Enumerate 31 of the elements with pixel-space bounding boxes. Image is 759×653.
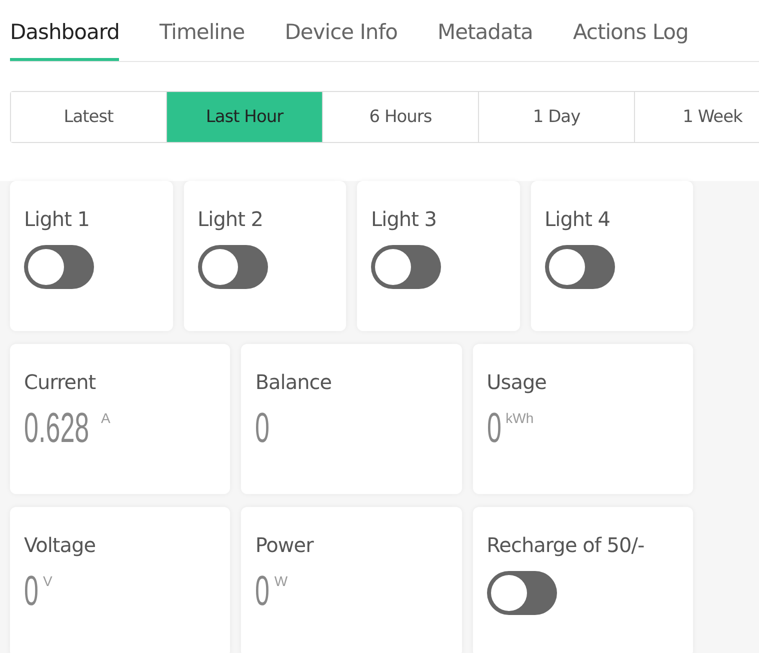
range-option[interactable]: Latest xyxy=(11,92,167,142)
unit-label: V xyxy=(43,573,52,589)
unit-label: W xyxy=(274,573,288,589)
range-option[interactable]: Last Hour xyxy=(167,92,323,142)
widget-title: Recharge of 50/- xyxy=(486,533,644,557)
widget-title: Voltage xyxy=(24,533,96,557)
widget-title: Light 2 xyxy=(198,207,263,231)
value-reading: 0 xyxy=(255,404,270,452)
unit-label: kWh xyxy=(506,410,534,426)
value-reading: 0 xyxy=(24,567,38,615)
toggle-switch[interactable] xyxy=(544,245,614,289)
widget-title: Power xyxy=(255,533,314,557)
value-reading: 0.628 xyxy=(24,404,90,452)
tab[interactable]: Timeline xyxy=(159,0,245,61)
value-reading: 0 xyxy=(255,567,270,615)
widget-title: Light 3 xyxy=(371,207,436,231)
tab[interactable]: Dashboard xyxy=(10,0,120,61)
toggle-switch[interactable] xyxy=(371,245,441,289)
widget-title: Balance xyxy=(255,370,332,394)
tab[interactable]: Metadata xyxy=(437,0,533,61)
unit-label: A xyxy=(101,410,110,426)
toggle-switch[interactable] xyxy=(198,245,268,289)
toggle-switch[interactable] xyxy=(486,571,557,615)
widget-title: Usage xyxy=(486,370,546,394)
widget-title: Light 4 xyxy=(544,207,610,231)
widget-title: Light 1 xyxy=(24,207,90,231)
toggle-switch[interactable] xyxy=(24,245,94,289)
tab[interactable]: Actions Log xyxy=(572,0,688,61)
widget-title: Current xyxy=(24,370,96,394)
value-reading: 0 xyxy=(486,404,502,452)
tab[interactable]: Device Info xyxy=(284,0,398,61)
